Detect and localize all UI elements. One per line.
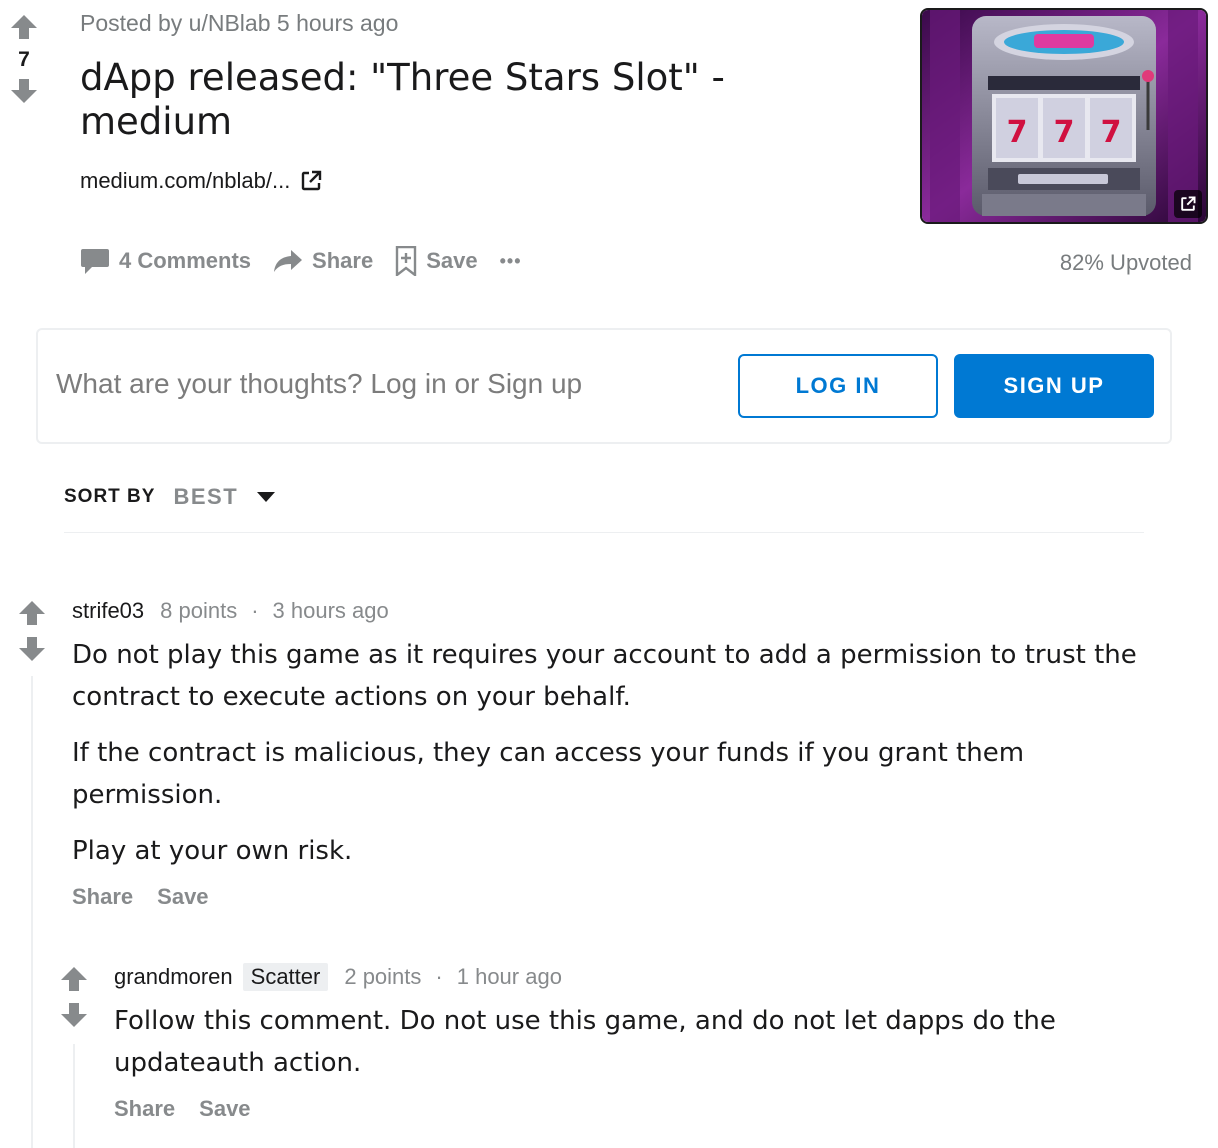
- upvote-arrow-icon[interactable]: [10, 14, 38, 40]
- sort-value[interactable]: BEST: [173, 484, 238, 510]
- comment-actions: Share Save: [72, 884, 209, 910]
- reply-vote-column: [60, 966, 88, 1028]
- reply-body: Follow this comment. Do not use this gam…: [114, 1000, 1114, 1098]
- reply-points: 2 points: [344, 964, 422, 989]
- post-link-row[interactable]: medium.com/nblab/...: [80, 168, 322, 194]
- reply-paragraph: Follow this comment. Do not use this gam…: [114, 1006, 1056, 1078]
- post-vote-column: 7: [0, 14, 48, 104]
- comment-vote-column: [18, 600, 46, 662]
- comment-paragraph: Do not play this game as it requires you…: [72, 640, 1137, 712]
- separator-dot: ·: [251, 598, 259, 623]
- post-actions: 4 Comments Share Save •••: [80, 246, 522, 276]
- comment-points: 8 points: [160, 598, 238, 623]
- separator-dot: ·: [435, 964, 443, 989]
- bookmark-plus-icon: [396, 246, 417, 276]
- downvote-arrow-icon[interactable]: [10, 78, 38, 104]
- sort-divider: [64, 532, 1144, 533]
- slot-machine-thumbnail-image: 7 7 7: [922, 10, 1206, 222]
- reply-time[interactable]: 1 hour ago: [457, 964, 562, 990]
- signup-button[interactable]: SIGN UP: [954, 354, 1154, 418]
- comments-button[interactable]: 4 Comments: [80, 247, 251, 275]
- save-label: Save: [426, 248, 478, 273]
- comment-login-box: What are your thoughts? Log in or Sign u…: [36, 328, 1172, 444]
- thumbnail-external-link-icon[interactable]: [1174, 190, 1202, 218]
- svg-text:7: 7: [1054, 115, 1075, 150]
- external-link-icon[interactable]: [300, 170, 322, 192]
- comment-time[interactable]: 3 hours ago: [273, 598, 389, 624]
- sort-control[interactable]: SORT BY BEST: [64, 484, 276, 510]
- reply-save-button[interactable]: Save: [199, 1096, 250, 1122]
- svg-text:7: 7: [1007, 115, 1028, 150]
- comment-paragraph: Play at your own risk.: [72, 836, 353, 866]
- svg-text:7: 7: [1101, 115, 1122, 150]
- comments-label: 4 Comments: [119, 248, 252, 273]
- reply-share-button[interactable]: Share: [114, 1096, 175, 1122]
- comment-author[interactable]: strife03: [72, 598, 144, 624]
- comment-paragraph: If the contract is malicious, they can a…: [72, 738, 1025, 810]
- comment-body: Do not play this game as it requires you…: [72, 634, 1172, 886]
- comment-bubble-icon: [81, 249, 109, 274]
- caret-down-icon[interactable]: [256, 491, 276, 503]
- sort-label: SORT BY: [64, 486, 156, 507]
- share-arrow-icon: [274, 250, 303, 272]
- reply-header: grandmoren Scatter 2 points · 1 hour ago: [114, 963, 562, 991]
- upvote-ratio: 82% Upvoted: [1059, 250, 1192, 275]
- user-flair: Scatter: [242, 963, 329, 991]
- reply-author[interactable]: grandmoren: [114, 964, 233, 990]
- share-button[interactable]: Share: [273, 248, 373, 274]
- post-meta: Posted by u/NBlab 5 hours ago: [80, 10, 399, 36]
- post-title[interactable]: dApp released: "Three Stars Slot" - medi…: [80, 56, 860, 144]
- upvote-arrow-icon[interactable]: [60, 966, 88, 992]
- downvote-arrow-icon[interactable]: [60, 1002, 88, 1028]
- save-button[interactable]: Save: [395, 246, 478, 276]
- login-button[interactable]: LOG IN: [738, 354, 938, 418]
- post-link[interactable]: medium.com/nblab/...: [80, 168, 290, 194]
- thread-line[interactable]: [31, 676, 33, 1148]
- more-options-icon[interactable]: •••: [500, 251, 522, 272]
- post-thumbnail[interactable]: 7 7 7: [920, 8, 1208, 224]
- reply-actions: Share Save: [114, 1096, 251, 1122]
- upvote-arrow-icon[interactable]: [18, 600, 46, 626]
- comment-header: strife03 8 points · 3 hours ago: [72, 598, 389, 624]
- comment-share-button[interactable]: Share: [72, 884, 133, 910]
- post-score: 7: [18, 48, 30, 71]
- share-label: Share: [312, 248, 374, 273]
- downvote-arrow-icon[interactable]: [18, 636, 46, 662]
- reply-thread-line[interactable]: [73, 1044, 75, 1148]
- comment-save-button[interactable]: Save: [157, 884, 208, 910]
- login-prompt-text: What are your thoughts? Log in or Sign u…: [56, 368, 583, 399]
